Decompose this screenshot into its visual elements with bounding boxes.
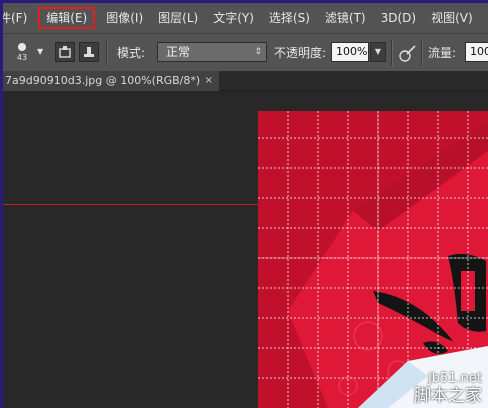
- brush-tip-icon: [18, 43, 26, 51]
- brush-preset-picker[interactable]: 43: [10, 40, 34, 66]
- opacity-dropdown-button[interactable]: ▼: [370, 42, 386, 62]
- couplet-artwork: [258, 111, 488, 408]
- document-tab[interactable]: 7a9d90910d3.jpg @ 100%(RGB/8*) ×: [3, 71, 219, 91]
- menu-filter[interactable]: 滤镜(T): [321, 7, 370, 29]
- menu-3d[interactable]: 3D(D): [377, 7, 420, 29]
- document-tab-bar: 7a9d90910d3.jpg @ 100%(RGB/8*) ×: [3, 71, 488, 91]
- canvas-area[interactable]: jb51.net 脚本之家: [3, 91, 488, 408]
- menu-layer[interactable]: 图层(L): [154, 7, 202, 29]
- stamp-icon: [84, 47, 94, 57]
- clone-source-icon: [59, 46, 71, 58]
- menu-bar: 件(F) 编辑(E) 图像(I) 图层(L) 文字(Y) 选择(S) 滤镜(T)…: [3, 3, 488, 33]
- updown-icon: ⇕: [254, 47, 262, 57]
- opacity-input[interactable]: 100%: [331, 42, 369, 62]
- brush-pressure-icon: [399, 45, 416, 62]
- separator: [421, 40, 423, 66]
- photoshop-window: 件(F) 编辑(E) 图像(I) 图层(L) 文字(Y) 选择(S) 滤镜(T)…: [3, 3, 488, 408]
- pressure-opacity-button[interactable]: [397, 42, 417, 62]
- separator: [106, 40, 108, 66]
- menu-image[interactable]: 图像(I): [102, 7, 147, 29]
- menu-type[interactable]: 文字(Y): [209, 7, 258, 29]
- mode-value: 正常: [166, 45, 191, 59]
- clone-source-button[interactable]: [55, 42, 75, 62]
- menu-file[interactable]: 件(F): [3, 7, 31, 29]
- mode-label: 模式:: [117, 46, 146, 60]
- stamp-toggle-button[interactable]: [79, 42, 99, 62]
- opacity-label: 不透明度:: [274, 46, 327, 60]
- document-title: 7a9d90910d3.jpg @ 100%(RGB/8*): [5, 74, 201, 87]
- menu-view[interactable]: 视图(V): [427, 7, 477, 29]
- menu-select[interactable]: 选择(S): [265, 7, 314, 29]
- brush-size: 43: [16, 53, 28, 62]
- flow-input[interactable]: 100: [465, 42, 488, 62]
- brush-dropdown-icon[interactable]: ▼: [37, 47, 43, 56]
- menu-edit[interactable]: 编辑(E): [38, 7, 96, 29]
- flow-label: 流量:: [428, 46, 457, 60]
- watermark-name: 脚本之家: [414, 386, 482, 406]
- separator: [391, 40, 393, 66]
- close-tab-icon[interactable]: ×: [205, 71, 213, 91]
- mode-select[interactable]: 正常 ⇕: [157, 42, 267, 62]
- document-image[interactable]: [258, 111, 488, 408]
- menu-window[interactable]: 窗口: [484, 7, 488, 29]
- options-bar: 43 ▼ 模式: 正常 ⇕ 不透明度: 100% ▼ 流量: 100: [3, 33, 488, 71]
